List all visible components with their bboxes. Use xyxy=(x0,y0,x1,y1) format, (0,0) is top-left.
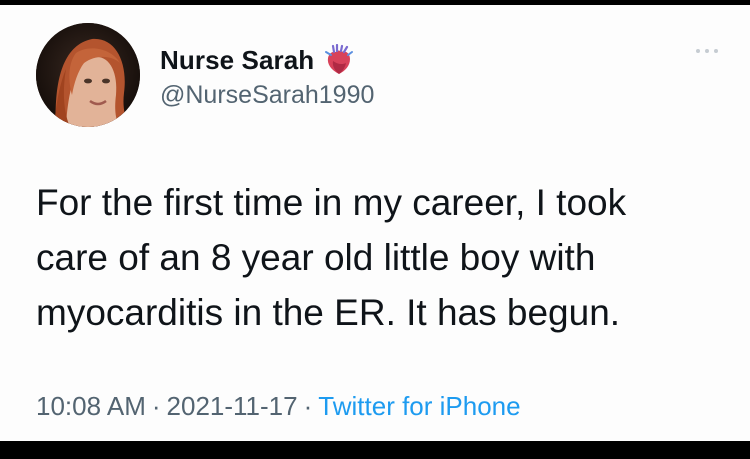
tweet-body: For the first time in my career, I took … xyxy=(36,182,627,333)
avatar-image xyxy=(36,23,140,127)
meta-separator: · xyxy=(303,391,313,421)
author-display-name[interactable]: Nurse Sarah xyxy=(160,45,314,76)
anatomical-heart-icon xyxy=(324,43,354,76)
tweet-date[interactable]: 2021-11-17 xyxy=(167,391,298,421)
tweet-time[interactable]: 10:08 AM xyxy=(36,391,146,421)
author-handle[interactable]: @NurseSarah1990 xyxy=(160,81,374,110)
tweet-card: Nurse Sarah @NurseSarah1990 For the firs… xyxy=(0,5,750,441)
tweet-metadata: 10:08 AM · 2021-11-17 · Twitter for iPhone xyxy=(36,391,521,422)
meta-separator: · xyxy=(151,391,161,421)
avatar[interactable] xyxy=(36,23,140,127)
tweet-source-link[interactable]: Twitter for iPhone xyxy=(318,391,520,421)
author-name-row: Nurse Sarah xyxy=(160,43,354,77)
more-dots-icon[interactable] xyxy=(690,43,724,59)
screenshot-frame: Nurse Sarah @NurseSarah1990 For the firs… xyxy=(0,0,750,459)
